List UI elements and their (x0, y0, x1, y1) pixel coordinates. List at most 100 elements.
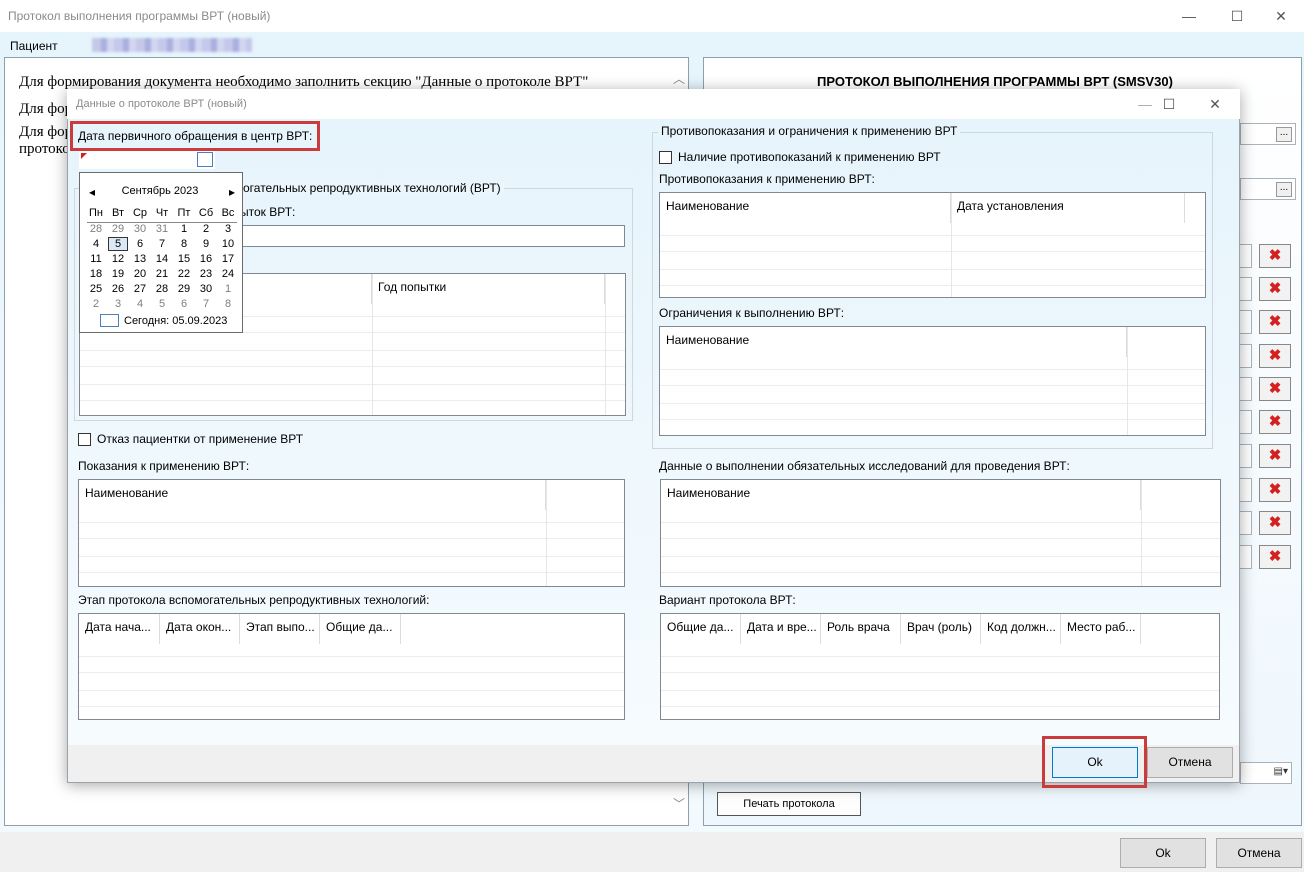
calendar-day[interactable]: 28 (152, 283, 172, 295)
calendar-day[interactable]: 18 (86, 268, 106, 280)
calendar-day[interactable]: 15 (174, 253, 194, 265)
grid-header-variant-doctor[interactable]: Врач (роль) (901, 614, 981, 644)
calendar-day[interactable]: 13 (130, 253, 150, 265)
grid-header-variant-role[interactable]: Роль врача (821, 614, 901, 644)
grid-header-stage-exec[interactable]: Этап выпо... (240, 614, 320, 644)
delete-icon[interactable]: ✖ (1259, 377, 1291, 401)
protocol-row-field[interactable] (1238, 410, 1252, 434)
variant-grid[interactable]: Общие да... Дата и вре... Роль врача Вра… (660, 613, 1220, 720)
today-link[interactable]: Сегодня: 05.09.2023 (124, 315, 236, 327)
outer-cancel-button[interactable]: Отмена (1216, 838, 1302, 868)
protocol-row-field[interactable] (1238, 511, 1252, 535)
calendar-day[interactable]: 23 (196, 268, 216, 280)
calendar-day[interactable]: 8 (174, 238, 194, 250)
protocol-row-field[interactable] (1238, 545, 1252, 569)
protocol-row-field[interactable] (1238, 344, 1252, 368)
grid-header-year[interactable]: Год попытки (372, 274, 605, 304)
protocol-field-2[interactable]: ... (1240, 178, 1296, 200)
delete-icon[interactable]: ✖ (1259, 410, 1291, 434)
calendar-day[interactable]: 19 (108, 268, 128, 280)
calendar-day[interactable]: 7 (196, 298, 216, 310)
calendar-day[interactable]: 6 (174, 298, 194, 310)
calendar-day[interactable]: 29 (108, 223, 128, 235)
calendar-day[interactable]: 28 (86, 223, 106, 235)
calendar-day[interactable]: 9 (196, 238, 216, 250)
calendar-day[interactable]: 2 (196, 223, 216, 235)
delete-icon[interactable]: ✖ (1259, 511, 1291, 535)
print-protocol-button[interactable]: Печать протокола (717, 792, 861, 816)
calendar-day[interactable]: 31 (152, 223, 172, 235)
dialog-ok-button[interactable]: Ok (1052, 747, 1138, 778)
protocol-row-field[interactable] (1238, 310, 1252, 334)
limits-grid[interactable]: Наименование (659, 326, 1206, 436)
scroll-down-icon[interactable]: ﹀ (671, 795, 687, 811)
calendar-day[interactable]: 12 (108, 253, 128, 265)
calendar-day[interactable]: 27 (130, 283, 150, 295)
calendar-day[interactable]: 3 (108, 298, 128, 310)
protocol-row-field[interactable] (1238, 377, 1252, 401)
calendar-day[interactable]: 22 (174, 268, 194, 280)
calendar-day[interactable]: 7 (152, 238, 172, 250)
calendar-day[interactable]: 1 (174, 223, 194, 235)
calendar-icon[interactable] (197, 152, 213, 167)
grid-header-contra-date[interactable]: Дата установления (951, 193, 1185, 223)
protocol-row-field[interactable] (1238, 444, 1252, 468)
delete-icon[interactable]: ✖ (1259, 444, 1291, 468)
calendar-day[interactable]: 3 (218, 223, 238, 235)
refusal-checkbox[interactable] (78, 433, 91, 446)
prev-month-icon[interactable]: ◂ (82, 185, 102, 199)
calendar-day[interactable]: 4 (130, 298, 150, 310)
calendar-day[interactable]: 10 (218, 238, 238, 250)
delete-icon[interactable]: ✖ (1259, 277, 1291, 301)
grid-header-contra-name[interactable]: Наименование (660, 193, 951, 223)
grid-header-limits-name[interactable]: Наименование (660, 327, 1127, 357)
next-month-icon[interactable]: ▸ (222, 185, 242, 199)
delete-icon[interactable]: ✖ (1259, 478, 1291, 502)
grid-header-stage-common[interactable]: Общие да... (320, 614, 401, 644)
calendar-day[interactable]: 16 (196, 253, 216, 265)
calendar-day[interactable]: 4 (86, 238, 106, 250)
grid-header-variant-datetime[interactable]: Дата и вре... (741, 614, 821, 644)
dialog-close-icon[interactable]: ✕ (1192, 89, 1238, 119)
protocol-row-field[interactable] (1238, 478, 1252, 502)
calendar-day[interactable]: 2 (86, 298, 106, 310)
dots-icon[interactable]: ... (1276, 127, 1292, 142)
protocol-row-field[interactable] (1238, 244, 1252, 268)
dots-icon[interactable]: ... (1276, 182, 1292, 197)
grid-header-variant-code[interactable]: Код должн... (981, 614, 1061, 644)
calendar-day[interactable]: 20 (130, 268, 150, 280)
delete-icon[interactable]: ✖ (1259, 545, 1291, 569)
first-visit-date-input[interactable] (79, 151, 215, 169)
contra-grid[interactable]: Наименование Дата установления (659, 192, 1206, 298)
calendar-day[interactable]: 11 (86, 253, 106, 265)
protocol-row-field[interactable] (1238, 277, 1252, 301)
dialog-maximize-icon[interactable]: ☐ (1146, 89, 1192, 119)
calendar-day[interactable]: 1 (218, 283, 238, 295)
outer-ok-button[interactable]: Ok (1120, 838, 1206, 868)
delete-icon[interactable]: ✖ (1259, 344, 1291, 368)
grid-header-name[interactable]: Наименование (79, 480, 546, 510)
calendar-day[interactable]: 14 (152, 253, 172, 265)
calendar-day[interactable]: 8 (218, 298, 238, 310)
close-icon[interactable]: ✕ (1258, 0, 1304, 32)
calendar-day[interactable]: 30 (130, 223, 150, 235)
calendar-day[interactable]: 17 (218, 253, 238, 265)
calendar-day[interactable]: 6 (130, 238, 150, 250)
calendar-day[interactable]: 26 (108, 283, 128, 295)
maximize-icon[interactable]: ☐ (1214, 0, 1260, 32)
scroll-up-icon[interactable]: ︿ (671, 70, 687, 86)
calendar-day[interactable]: 24 (218, 268, 238, 280)
print-format-dropdown[interactable]: ▤▾ (1240, 762, 1292, 784)
calendar-day[interactable]: 21 (152, 268, 172, 280)
grid-header-variant-place[interactable]: Место раб... (1061, 614, 1141, 644)
indications-grid[interactable]: Наименование (78, 479, 625, 587)
calendar-day-selected[interactable]: 5 (108, 237, 128, 251)
grid-header-variant-common[interactable]: Общие да... (661, 614, 741, 644)
calendar-dropdown[interactable]: ◂ Сентябрь 2023 ▸ Сегодня: 05.09.2023 Пн… (79, 172, 243, 333)
calendar-day[interactable]: 25 (86, 283, 106, 295)
delete-icon[interactable]: ✖ (1259, 310, 1291, 334)
grid-header-exams-name[interactable]: Наименование (661, 480, 1141, 510)
calendar-day[interactable]: 30 (196, 283, 216, 295)
contra-checkbox[interactable] (659, 151, 672, 164)
stage-grid[interactable]: Дата нача... Дата окон... Этап выпо... О… (78, 613, 625, 720)
